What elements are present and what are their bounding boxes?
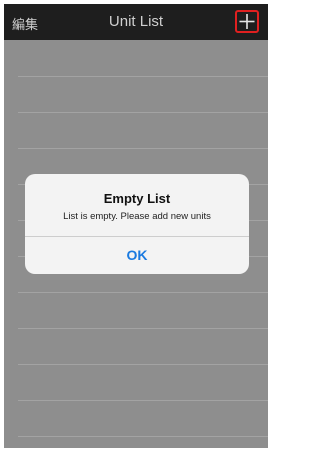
list-row-separator	[18, 436, 268, 437]
ok-button[interactable]: OK	[25, 237, 249, 274]
list-row-separator	[18, 328, 268, 329]
empty-list-alert: Empty List List is empty. Please add new…	[25, 174, 249, 274]
plus-icon	[239, 14, 255, 29]
list-row-separator	[18, 292, 268, 293]
list-row-separator	[18, 148, 268, 149]
alert-title: Empty List	[103, 191, 171, 206]
alert-message: List is empty. Please add new units	[63, 211, 211, 222]
list-row-separator	[18, 112, 268, 113]
list-row-separator	[18, 400, 268, 401]
navigation-bar: 編集 Unit List	[4, 4, 268, 40]
page-title: Unit List	[108, 13, 164, 30]
phone-screen: 編集 Unit List Empty List List is empty. P…	[4, 4, 268, 448]
list-row-separator	[18, 76, 268, 77]
list-row-separator	[18, 364, 268, 365]
add-unit-button[interactable]	[235, 10, 259, 33]
